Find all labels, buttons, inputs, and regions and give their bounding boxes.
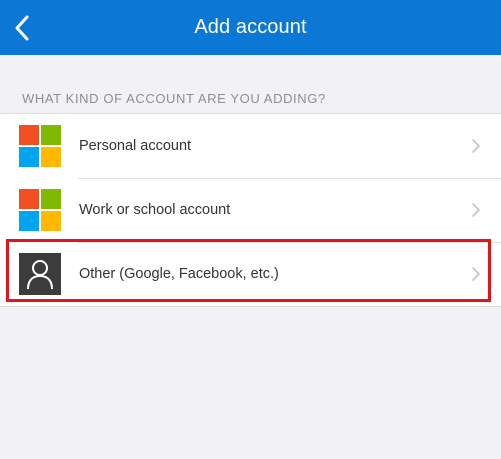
microsoft-logo-icon	[19, 125, 61, 167]
chevron-left-icon	[15, 15, 29, 41]
account-type-list: Personal account Work or school account …	[0, 113, 501, 307]
other-account-label: Other (Google, Facebook, etc.)	[79, 266, 279, 282]
person-icon	[19, 253, 61, 295]
personal-account-option[interactable]: Personal account	[0, 114, 501, 178]
microsoft-logo-icon	[19, 189, 61, 231]
page-title: Add account	[194, 16, 307, 38]
chevron-right-icon	[471, 266, 481, 282]
back-button[interactable]	[8, 11, 36, 45]
personal-account-label: Personal account	[79, 138, 192, 154]
work-or-school-account-option[interactable]: Work or school account	[0, 178, 501, 242]
chevron-right-icon	[471, 138, 481, 154]
chevron-right-icon	[471, 202, 481, 218]
top-bar: Add account	[0, 0, 501, 55]
work-or-school-account-label: Work or school account	[79, 202, 231, 218]
section-heading: WHAT KIND OF ACCOUNT ARE YOU ADDING?	[22, 91, 326, 106]
other-account-option[interactable]: Other (Google, Facebook, etc.)	[0, 242, 501, 306]
